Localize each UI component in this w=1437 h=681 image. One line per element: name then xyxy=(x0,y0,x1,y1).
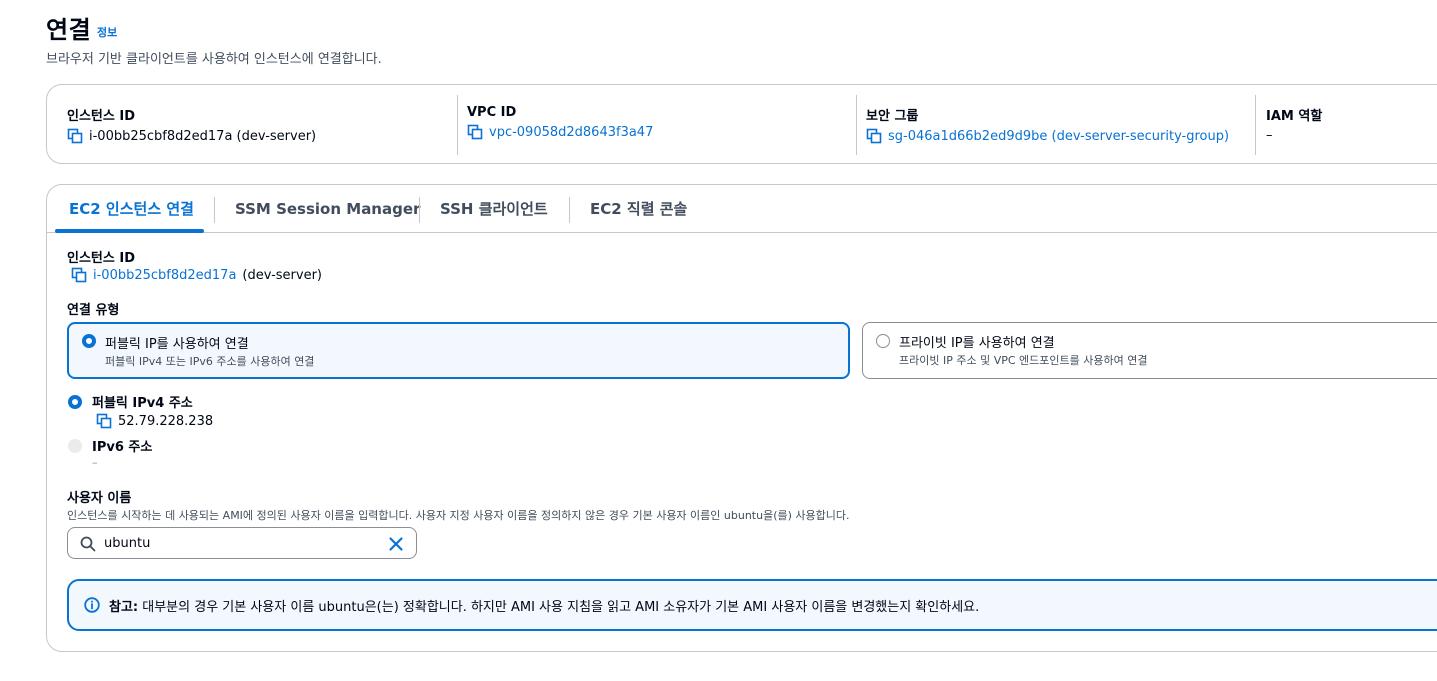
copy-icon[interactable] xyxy=(96,413,112,429)
public-ipv4-label: 퍼블릭 IPv4 주소 xyxy=(92,396,193,411)
iam-role-label: IAM 역할 xyxy=(1266,109,1323,124)
instance-summary: 인스턴스 ID i-00bb25cbf8d2ed17a (dev-server)… xyxy=(46,84,1437,164)
tab-ssh-client[interactable]: SSH 클라이언트 xyxy=(440,185,548,232)
username-input-wrapper xyxy=(67,527,417,559)
iam-role-value: – xyxy=(1266,128,1273,143)
ipv6-value: – xyxy=(92,456,98,469)
vpc-id-link[interactable]: vpc-09058d2d8643f3a47 xyxy=(489,125,653,140)
tab-list: EC2 인스턴스 연결 SSM Session Manager SSH 클라이언… xyxy=(47,185,1437,233)
tab-ec2-serial-console[interactable]: EC2 직렬 콘솔 xyxy=(590,185,687,232)
info-alert: 참고: 대부분의 경우 기본 사용자 이름 ubuntu은(는) 정확합니다. … xyxy=(67,579,1437,631)
private-ip-title: 프라이빗 IP를 사용하여 연결 xyxy=(899,336,1055,351)
connection-type-public-ip[interactable]: 퍼블릭 IP를 사용하여 연결 퍼블릭 IPv4 또는 IPv6 주소를 사용하… xyxy=(67,322,850,379)
tab-ssm-session-manager[interactable]: SSM Session Manager xyxy=(235,185,420,232)
radio-public-ipv4[interactable] xyxy=(68,395,82,409)
security-group-label: 보안 그룹 xyxy=(866,109,919,124)
clear-icon[interactable] xyxy=(388,536,404,556)
copy-icon[interactable] xyxy=(67,128,83,144)
summary-iam-role: IAM 역할 – xyxy=(1266,105,1322,143)
security-group-link[interactable]: sg-046a1d66b2ed9d9be (dev-server-securit… xyxy=(888,129,1229,144)
connect-tabs-panel: EC2 인스턴스 연결 SSM Session Manager SSH 클라이언… xyxy=(46,184,1437,652)
instance-name: (dev-server) xyxy=(242,267,323,283)
search-icon xyxy=(80,536,96,556)
page-title: 연결 xyxy=(46,16,92,44)
public-ip-title: 퍼블릭 IP를 사용하여 연결 xyxy=(105,337,249,352)
summary-divider xyxy=(457,95,458,155)
copy-icon[interactable] xyxy=(71,267,87,283)
username-label: 사용자 이름 xyxy=(67,491,132,506)
copy-icon[interactable] xyxy=(866,128,882,144)
tab-separator xyxy=(569,197,570,223)
alert-message: 대부분의 경우 기본 사용자 이름 ubuntu은(는) 정확합니다. 하지만 … xyxy=(142,600,980,615)
public-ip-description: 퍼블릭 IPv4 또는 IPv6 주소를 사용하여 연결 xyxy=(105,355,315,368)
summary-security-group: 보안 그룹 sg-046a1d66b2ed9d9be (dev-server-s… xyxy=(866,105,1229,144)
vpc-id-label: VPC ID xyxy=(467,105,517,120)
summary-divider xyxy=(856,95,857,155)
radio-ipv6 xyxy=(68,439,82,453)
tab-separator xyxy=(214,197,215,223)
tab-ec2-instance-connect[interactable]: EC2 인스턴스 연결 xyxy=(55,185,204,233)
radio-private-ip[interactable] xyxy=(876,334,890,348)
private-ip-description: 프라이빗 IP 주소 및 VPC 엔드포인트를 사용하여 연결 xyxy=(899,354,1148,367)
instance-id-label: 인스턴스 ID xyxy=(67,109,135,124)
tab-separator xyxy=(419,197,420,223)
connection-type-private-ip[interactable]: 프라이빗 IP를 사용하여 연결 프라이빗 IP 주소 및 VPC 엔드포인트를… xyxy=(862,322,1437,379)
summary-vpc: VPC ID vpc-09058d2d8643f3a47 xyxy=(467,105,653,140)
instance-id-field-label: 인스턴스 ID xyxy=(67,251,135,266)
public-ipv4-value: 52.79.228.238 xyxy=(118,413,214,429)
instance-id-value: i-00bb25cbf8d2ed17a (dev-server) xyxy=(89,128,317,144)
info-link[interactable]: 정보 xyxy=(97,24,117,40)
connection-type-label: 연결 유형 xyxy=(67,303,120,318)
ipv6-label: IPv6 주소 xyxy=(92,440,153,455)
radio-public-ip[interactable] xyxy=(82,334,96,348)
username-input[interactable] xyxy=(104,533,374,553)
page-subtitle: 브라우저 기반 클라이언트를 사용하여 인스턴스에 연결합니다. xyxy=(46,52,382,67)
copy-icon[interactable] xyxy=(467,124,483,140)
instance-id-link[interactable]: i-00bb25cbf8d2ed17a xyxy=(93,268,236,283)
username-description: 인스턴스를 시작하는 데 사용되는 AMI에 정의된 사용자 이름을 입력합니다… xyxy=(67,509,850,522)
summary-instance: 인스턴스 ID i-00bb25cbf8d2ed17a (dev-server) xyxy=(67,105,316,144)
alert-prefix: 참고: xyxy=(109,600,139,615)
info-circle-icon xyxy=(84,597,100,617)
summary-divider xyxy=(1255,95,1256,155)
